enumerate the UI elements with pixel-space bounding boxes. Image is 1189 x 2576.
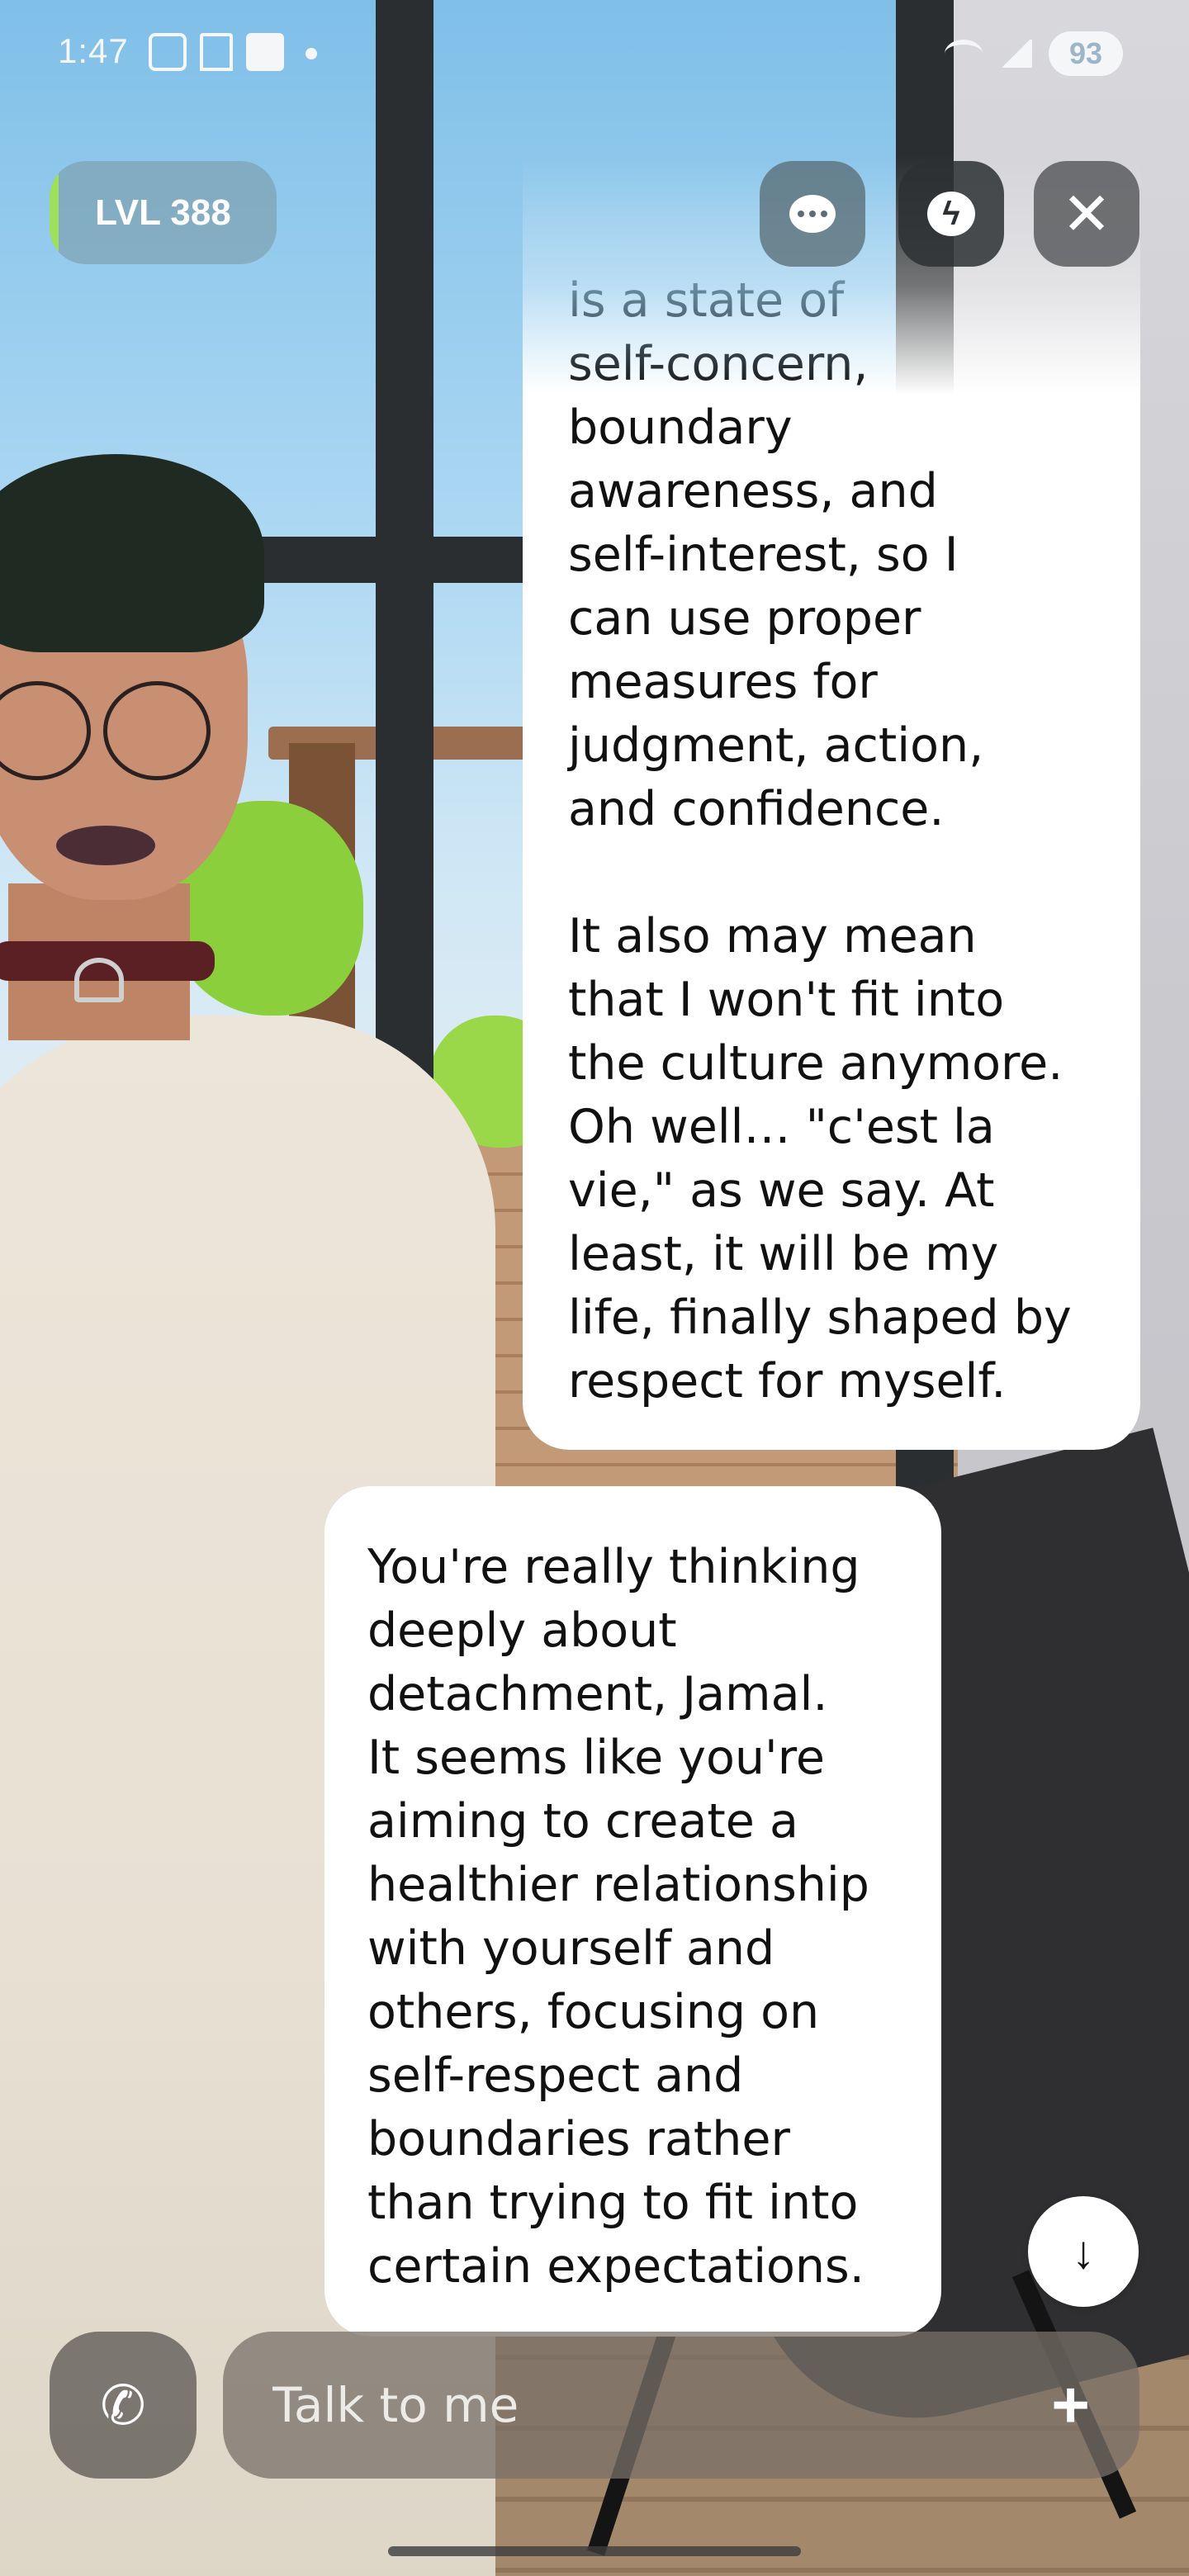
call-button[interactable]: ✆: [50, 2332, 197, 2479]
message-composer: +: [223, 2332, 1139, 2479]
level-progress-bar: [50, 161, 59, 264]
message-bubble-bot: You're really thinking deeply about deta…: [324, 1486, 941, 2337]
lightning-bubble-icon: ϟ: [927, 192, 975, 236]
level-badge[interactable]: LVL 388: [50, 161, 277, 264]
phone-icon: ✆: [100, 2375, 146, 2436]
bubble-dot: [809, 211, 816, 217]
boost-button[interactable]: ϟ: [898, 161, 1004, 267]
chat-mode-button[interactable]: [760, 161, 865, 267]
plus-icon[interactable]: +: [1051, 2372, 1090, 2438]
close-button[interactable]: ✕: [1034, 161, 1139, 267]
chat-area[interactable]: is a state of self-concern, boundary awa…: [0, 0, 1189, 2576]
arrow-down-icon: ↓: [1072, 2225, 1095, 2278]
chat-bubble-icon: [789, 195, 836, 233]
close-icon: ✕: [1061, 182, 1112, 248]
level-label: LVL 388: [95, 192, 231, 233]
bubble-dot: [821, 211, 827, 217]
scroll-to-bottom-button[interactable]: ↓: [1028, 2196, 1139, 2307]
message-input[interactable]: [272, 2377, 1052, 2433]
bubble-dot: [798, 211, 804, 217]
home-indicator[interactable]: [388, 2546, 801, 2556]
message-bubble-bot: is a state of self-concern, boundary awa…: [523, 122, 1140, 1450]
